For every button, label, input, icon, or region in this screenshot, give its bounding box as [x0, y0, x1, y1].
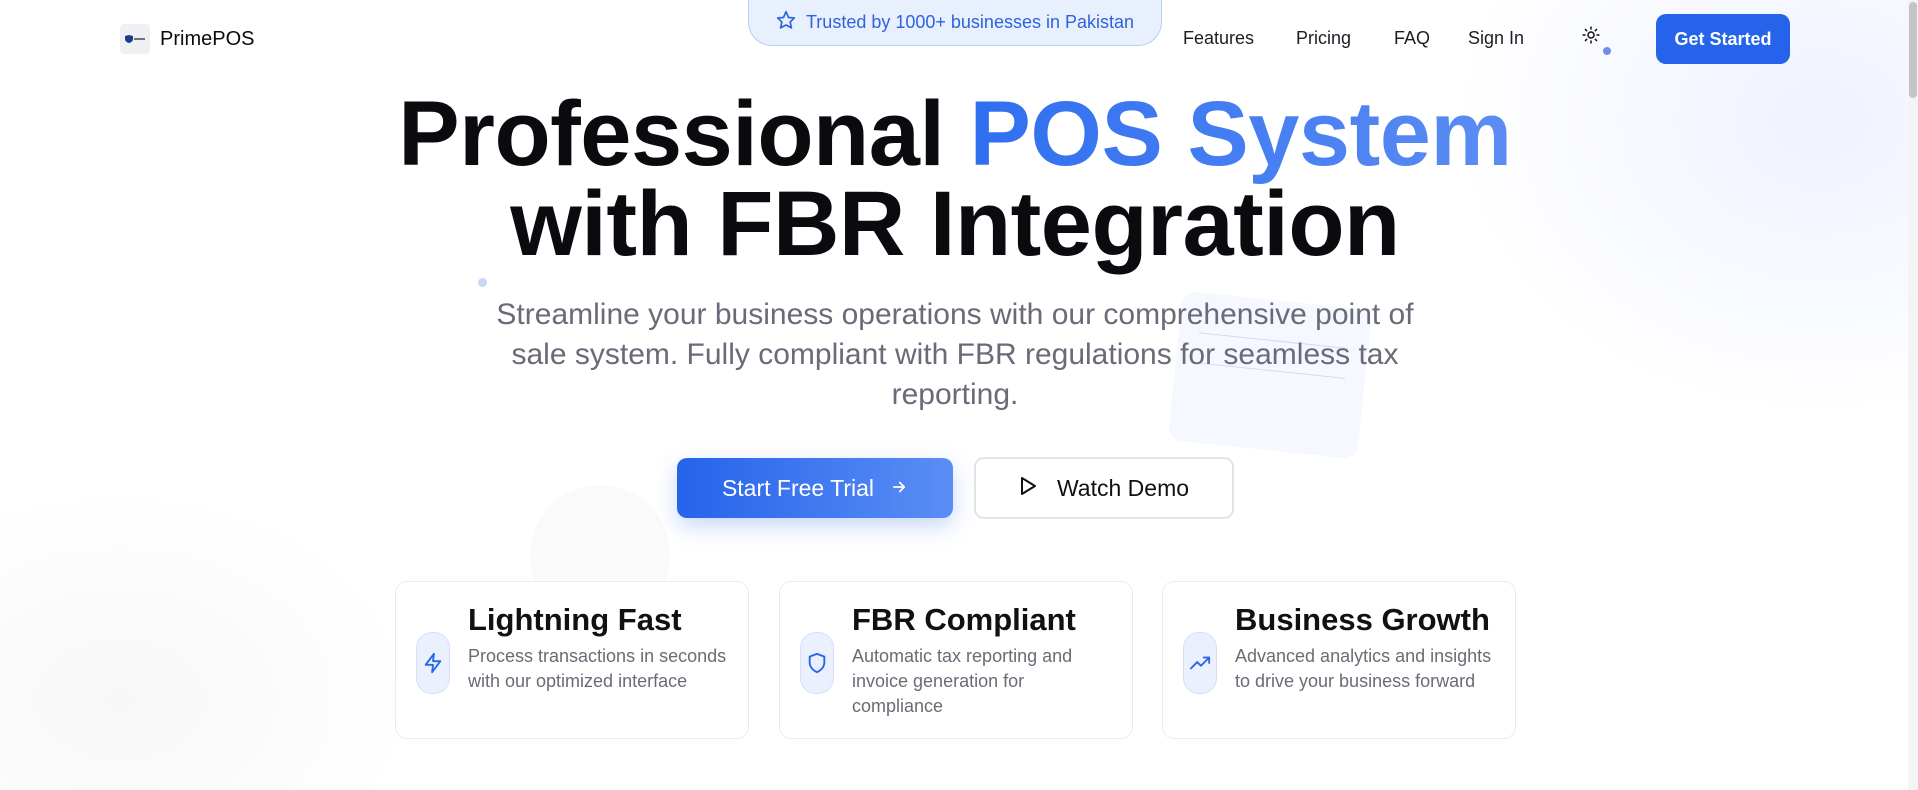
feature-description: Automatic tax reporting and invoice gene…: [852, 646, 1073, 716]
feature-title: Lightning Fast: [468, 602, 682, 637]
trust-badge: Trusted by 1000+ businesses in Pakistan: [748, 0, 1162, 46]
watch-demo-button[interactable]: Watch Demo: [974, 457, 1234, 519]
play-icon: [1019, 475, 1037, 502]
scrollbar-track[interactable]: [1908, 0, 1918, 790]
feature-card-fbr-compliant: FBR Compliant Automatic tax reporting an…: [779, 581, 1133, 739]
decorative-dot: [478, 278, 487, 287]
nav-features[interactable]: Features: [1183, 28, 1254, 49]
hero-title-accent: POS System: [969, 83, 1513, 185]
hero-title-line2: with FBR Integration: [510, 173, 1400, 275]
brand-name: PrimePOS: [160, 27, 255, 50]
feature-description: Process transactions in seconds with our…: [468, 646, 727, 691]
lightning-icon: [416, 632, 450, 694]
feature-title: Business Growth: [1235, 602, 1490, 637]
get-started-button[interactable]: Get Started: [1656, 14, 1790, 64]
trust-badge-text: Trusted by 1000+ businesses in Pakistan: [805, 12, 1135, 32]
scrollbar-thumb[interactable]: [1909, 2, 1917, 98]
hero-title-plain: Professional: [398, 83, 970, 185]
arrow-right-icon: [890, 475, 908, 502]
star-icon: [776, 10, 796, 35]
theme-toggle-button[interactable]: [1578, 24, 1604, 50]
watch-demo-label: Watch Demo: [1056, 474, 1190, 501]
hero-subtitle: Streamline your business operations with…: [496, 298, 1414, 411]
nav-sign-in[interactable]: Sign In: [1468, 28, 1524, 49]
notification-dot: [1603, 47, 1611, 55]
shield-icon: [800, 632, 834, 694]
brand-logo[interactable]: PrimePOS: [120, 24, 254, 54]
trending-up-icon: [1183, 632, 1217, 694]
start-free-trial-button[interactable]: Start Free Trial: [677, 458, 953, 518]
shield-logo-icon: [120, 24, 150, 54]
nav-pricing[interactable]: Pricing: [1296, 28, 1351, 49]
feature-card-business-growth: Business Growth Advanced analytics and i…: [1162, 581, 1516, 739]
nav-faq[interactable]: FAQ: [1394, 28, 1430, 49]
feature-card-lightning-fast: Lightning Fast Process transactions in s…: [395, 581, 749, 739]
feature-description: Advanced analytics and insights to drive…: [1235, 646, 1492, 691]
hero-title-line1: Professional POS System: [0, 88, 1910, 180]
start-free-trial-label: Start Free Trial: [721, 474, 875, 501]
feature-title: FBR Compliant: [852, 602, 1076, 637]
sun-icon: [1582, 25, 1600, 49]
